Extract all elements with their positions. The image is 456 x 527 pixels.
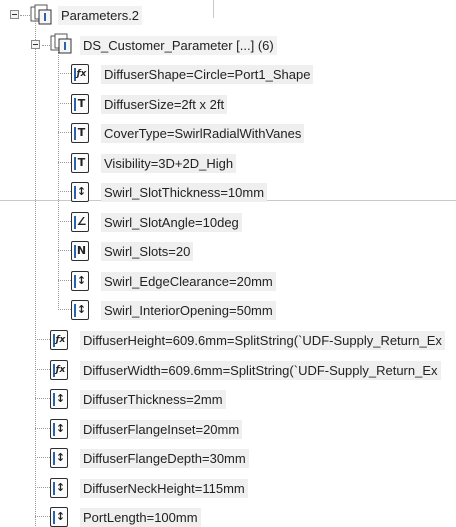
tree-line	[58, 102, 71, 104]
angle-parameter-icon: ∠	[71, 211, 89, 232]
length-parameter-icon: ↕	[50, 507, 68, 527]
formula-string-parameter-icon: ƒx	[71, 64, 89, 84]
tree-line	[58, 161, 71, 163]
parameter-label[interactable]: DiffuserFlangeInset=20mm	[80, 419, 243, 439]
length-parameter-icon: ↕	[50, 418, 68, 439]
formula-length-parameter-icon: ƒx	[50, 330, 68, 350]
tree-group-label[interactable]: DS_Customer_Parameter [...] (6)	[80, 36, 277, 55]
length-parameter-icon: ↕	[71, 270, 89, 291]
string-parameter-icon: T	[71, 93, 89, 114]
tree-line	[58, 52, 59, 308]
parameter-label[interactable]: DiffuserShape=Circle=Port1_Shape	[101, 65, 314, 84]
tree-line	[35, 20, 36, 526]
parameter-label[interactable]: DiffuserSize=2ft x 2ft	[101, 94, 228, 114]
parameter-set-icon	[50, 33, 72, 54]
parameter-label[interactable]: DiffuserThickness=2mm	[80, 390, 226, 409]
tree-line	[35, 457, 50, 458]
tree-line	[58, 250, 71, 251]
length-parameter-icon: ↕	[50, 448, 68, 468]
tree-line	[58, 279, 71, 281]
parameter-label[interactable]: DiffuserWidth=609.6mm=SplitString(`UDF-S…	[80, 360, 441, 380]
tree-line	[35, 339, 50, 340]
length-parameter-icon: ↕	[50, 389, 68, 409]
parameter-label[interactable]: DiffuserHeight=609.6mm=SplitString(`UDF-…	[80, 331, 445, 350]
tree-line	[58, 73, 71, 74]
parameter-label[interactable]: Swirl_EdgeClearance=20mm	[101, 271, 276, 291]
tree-line	[35, 398, 50, 399]
tree-root-label[interactable]: Parameters.2	[58, 6, 143, 25]
tree-line	[42, 45, 50, 46]
parameter-label[interactable]: Visibility=3D+2D_High	[101, 153, 237, 173]
separator-vertical	[213, 0, 214, 18]
tree-line	[58, 220, 71, 222]
formula-length-parameter-icon: ƒx	[50, 359, 68, 380]
length-parameter-icon: ↕	[71, 182, 89, 202]
parameter-label[interactable]: PortLength=100mm	[80, 508, 201, 527]
tree-line	[58, 132, 71, 133]
length-parameter-icon: ↕	[71, 300, 89, 320]
parameter-label[interactable]: DiffuserFlangeDepth=30mm	[80, 449, 249, 468]
tree-line	[58, 191, 71, 192]
parameter-label[interactable]: Swirl_SlotAngle=10deg	[101, 212, 242, 232]
tree-line	[20, 15, 30, 16]
parameter-label[interactable]: Swirl_InteriorOpening=50mm	[101, 301, 276, 320]
parameter-label[interactable]: DiffuserNeckHeight=115mm	[80, 478, 248, 498]
integer-parameter-icon: N	[71, 241, 89, 261]
string-parameter-icon: T	[71, 123, 89, 143]
collapse-toggle-root[interactable]	[10, 10, 19, 19]
parameters-set-icon	[30, 4, 52, 25]
tree-line	[35, 368, 50, 370]
parameter-label[interactable]: Swirl_SlotThickness=10mm	[101, 183, 268, 202]
string-parameter-icon: T	[71, 152, 89, 173]
parameter-label[interactable]: Swirl_Slots=20	[101, 242, 194, 261]
length-parameter-icon: ↕	[50, 477, 68, 498]
tree-line	[58, 309, 71, 310]
tree-line	[35, 427, 50, 429]
collapse-toggle-group[interactable]	[31, 40, 40, 49]
parameter-label[interactable]: CoverType=SwirlRadialWithVanes	[101, 124, 305, 143]
tree-line	[35, 516, 50, 517]
tree-line	[35, 486, 50, 488]
